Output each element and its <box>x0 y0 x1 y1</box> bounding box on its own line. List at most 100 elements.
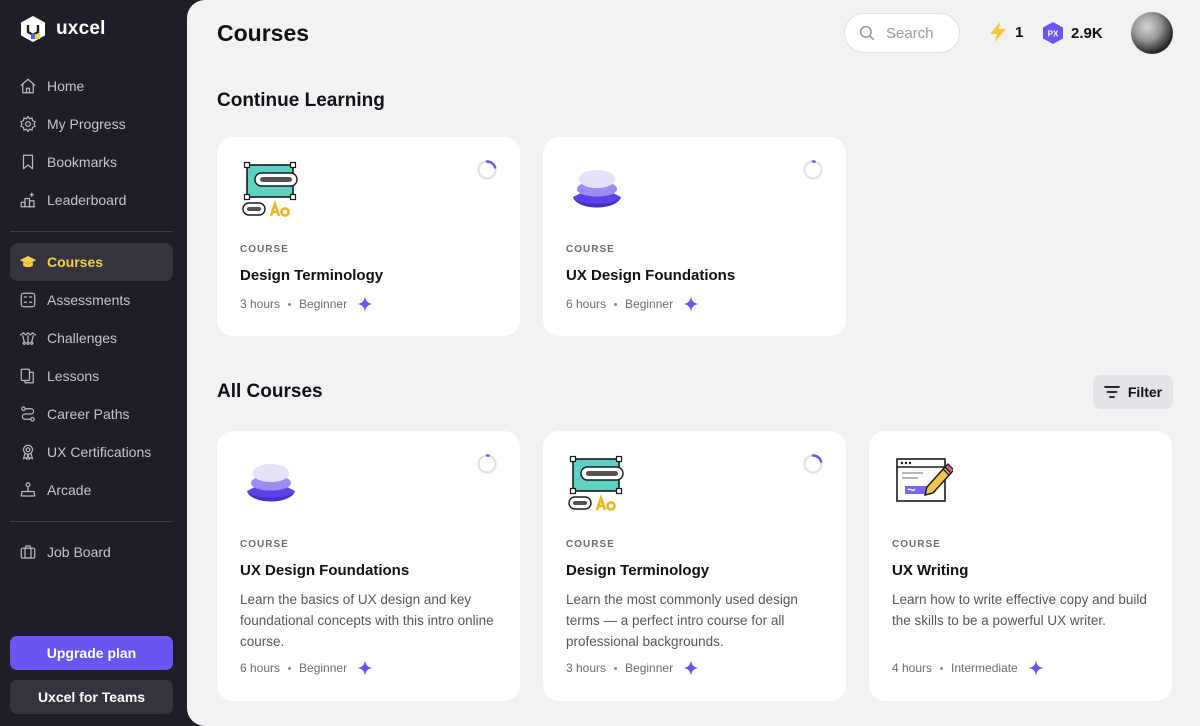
meta-separator <box>614 302 618 306</box>
certification-icon <box>19 443 37 461</box>
sidebar-item-label: Home <box>47 78 85 94</box>
career-path-icon <box>19 405 37 423</box>
sidebar-item-home[interactable]: Home <box>10 67 173 105</box>
course-level: Beginner <box>625 661 674 675</box>
course-eyebrow: COURSE <box>240 244 289 255</box>
leaderboard-icon <box>19 191 37 209</box>
course-description: Learn how to write effective copy and bu… <box>892 592 1147 628</box>
sidebar-item-label: Leaderboard <box>47 192 127 208</box>
sidebar-item-label: UX Certifications <box>47 444 152 460</box>
home-icon <box>19 77 37 95</box>
challenges-icon <box>19 329 37 347</box>
course-eyebrow: COURSE <box>566 539 615 550</box>
search-icon <box>859 25 875 41</box>
brand[interactable]: uxcel <box>18 14 106 44</box>
filter-button[interactable]: Filter <box>1093 375 1173 409</box>
course-meta: 6 hours Beginner <box>240 660 374 676</box>
sidebar-item-label: Lessons <box>47 368 100 384</box>
sidebar-item-label: Challenges <box>47 330 118 346</box>
lessons-icon <box>19 367 37 385</box>
sidebar-item-label: Arcade <box>47 482 92 498</box>
course-card-design-terminology[interactable]: COURSE Design Terminology Learn the most… <box>543 431 846 701</box>
sidebar-item-ux-certifications[interactable]: UX Certifications <box>10 433 173 471</box>
course-card-design-terminology[interactable]: COURSE Design Terminology 3 hours Beginn… <box>217 137 520 336</box>
course-meta: 6 hours Beginner <box>566 296 700 312</box>
uxcel-for-teams-button[interactable]: Uxcel for Teams <box>10 680 173 714</box>
sidebar-item-label: My Progress <box>47 116 126 132</box>
sparkle-icon <box>1027 660 1044 676</box>
course-duration: 6 hours <box>240 661 281 675</box>
course-title: UX Writing <box>892 562 969 579</box>
course-title: UX Design Foundations <box>240 562 410 579</box>
course-meta: 4 hours Intermediate <box>892 660 1044 676</box>
meta-separator <box>288 302 292 306</box>
meta-separator <box>614 666 618 670</box>
sidebar-item-label: Courses <box>47 254 104 270</box>
course-title: UX Design Foundations <box>566 267 736 284</box>
course-title: Design Terminology <box>566 562 710 579</box>
assessment-icon <box>19 291 37 309</box>
course-level: Intermediate <box>951 661 1018 675</box>
course-eyebrow: COURSE <box>892 539 941 550</box>
course-duration: 4 hours <box>892 661 933 675</box>
course-level: Beginner <box>299 661 348 675</box>
px-badge-label: PX <box>1048 30 1059 39</box>
sidebar-item-assessments[interactable]: Assessments <box>10 281 173 319</box>
filter-label: Filter <box>1127 384 1163 400</box>
upgrade-plan-button[interactable]: Upgrade plan <box>10 636 173 670</box>
streak-counter[interactable]: 1 <box>988 21 1023 43</box>
course-duration: 3 hours <box>566 661 607 675</box>
sidebar-item-arcade[interactable]: Arcade <box>10 471 173 509</box>
page-title: Courses <box>217 20 310 46</box>
avatar[interactable] <box>1131 12 1173 54</box>
sidebar-nav-learning: Courses Assessments Challenges Lessons C… <box>10 243 173 509</box>
briefcase-icon <box>19 543 37 561</box>
sidebar-item-leaderboard[interactable]: Leaderboard <box>10 181 173 219</box>
meta-separator <box>288 666 292 670</box>
course-meta: 3 hours Beginner <box>240 296 374 312</box>
px-points[interactable]: PX 2.9K <box>1042 21 1103 45</box>
sidebar-item-bookmarks[interactable]: Bookmarks <box>10 143 173 181</box>
progress-ring <box>803 454 823 474</box>
lightning-bolt-icon <box>990 22 1006 42</box>
sidebar-item-label: Job Board <box>47 544 111 560</box>
sidebar-nav-secondary: Job Board <box>10 533 173 571</box>
bookmark-icon <box>19 153 37 171</box>
sidebar-item-career-paths[interactable]: Career Paths <box>10 395 173 433</box>
course-card-ux-writing[interactable]: COURSE UX Writing Learn how to write eff… <box>869 431 1172 701</box>
sparkle-icon <box>683 660 700 676</box>
sidebar-item-courses[interactable]: Courses <box>10 243 173 281</box>
filter-icon <box>1103 386 1120 398</box>
search-box[interactable] <box>844 13 960 53</box>
sidebar-divider <box>10 521 173 522</box>
sidebar-item-job-board[interactable]: Job Board <box>10 533 173 571</box>
continue-learning-title: Continue Learning <box>217 90 385 111</box>
sidebar-item-label: Career Paths <box>47 406 130 422</box>
sidebar-item-label: Bookmarks <box>47 154 118 170</box>
sidebar-item-lessons[interactable]: Lessons <box>10 357 173 395</box>
graduation-cap-icon <box>19 253 37 271</box>
course-card-ux-design-foundations[interactable]: COURSE UX Design Foundations 6 hours Beg… <box>543 137 846 336</box>
sidebar-item-challenges[interactable]: Challenges <box>10 319 173 357</box>
progress-ring <box>477 454 497 474</box>
course-eyebrow: COURSE <box>240 539 289 550</box>
sidebar-item-label: Assessments <box>47 292 131 308</box>
px-badge-icon: PX <box>1043 22 1063 44</box>
artboard-font-icon <box>242 161 298 217</box>
all-courses-title: All Courses <box>217 381 323 402</box>
writing-pencil-icon <box>896 458 953 502</box>
joystick-icon <box>19 481 37 499</box>
meta-separator <box>940 666 944 670</box>
course-title: Design Terminology <box>240 267 384 284</box>
course-meta: 3 hours Beginner <box>566 660 700 676</box>
course-card-ux-design-foundations[interactable]: COURSE UX Design Foundations Learn the b… <box>217 431 520 701</box>
sparkle-icon <box>357 660 374 676</box>
sidebar-nav-primary: Home My Progress Bookmarks Leaderboard <box>10 67 173 219</box>
course-level: Beginner <box>299 297 348 311</box>
course-description: Learn the most commonly used design term… <box>566 592 798 649</box>
course-level: Beginner <box>625 297 674 311</box>
sidebar-item-my-progress[interactable]: My Progress <box>10 105 173 143</box>
sidebar: uxcel Home My Progress Bookmarks Leaderb… <box>0 0 186 726</box>
course-duration: 6 hours <box>566 297 607 311</box>
search-input[interactable] <box>886 24 950 42</box>
